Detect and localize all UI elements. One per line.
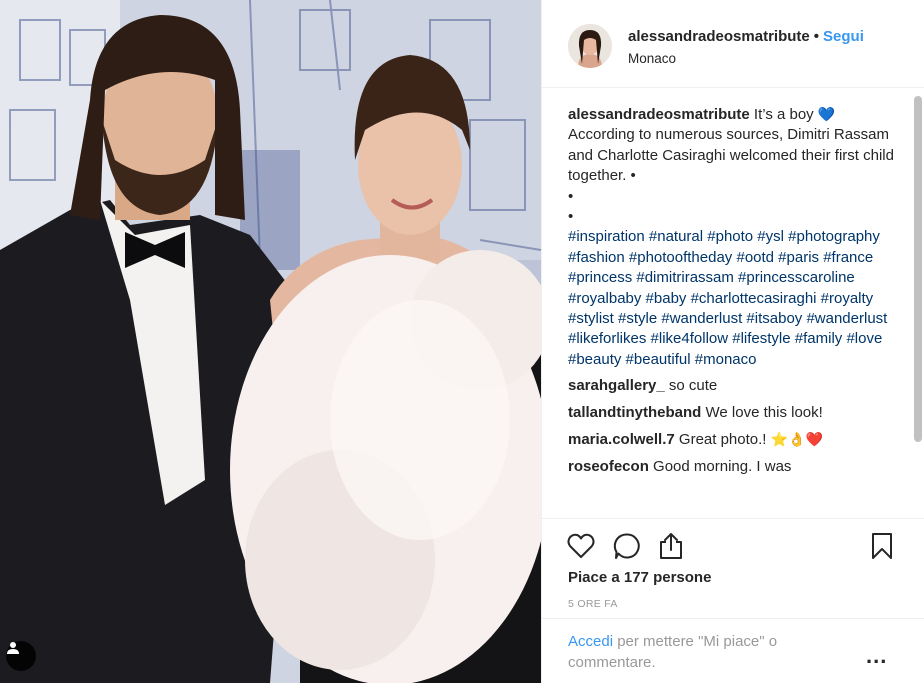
comment-username-link[interactable]: sarahgallery_ xyxy=(568,377,665,394)
caption-username-link[interactable]: alessandradeosmatribute xyxy=(568,106,750,123)
caption-body: According to numerous sources, Dimitri R… xyxy=(568,126,894,185)
comment-username-link[interactable]: tallandtinytheband xyxy=(568,404,701,421)
likes-count[interactable]: Piace a 177 persone xyxy=(568,569,711,586)
share-icon[interactable] xyxy=(656,531,686,561)
avatar[interactable] xyxy=(568,24,612,68)
follow-button[interactable]: Segui xyxy=(823,28,864,45)
comment-item: maria.colwell.7 Great photo.! ⭐👌❤️ xyxy=(568,429,904,450)
comment-emoji: ⭐👌❤️ xyxy=(770,431,823,448)
bookmark-icon[interactable] xyxy=(867,531,897,561)
login-bar: Accedi per mettere "Mi piace" o commenta… xyxy=(542,618,924,683)
comment-username-link[interactable]: maria.colwell.7 xyxy=(568,431,675,448)
caption-bullet: • xyxy=(568,187,574,205)
login-link[interactable]: Accedi xyxy=(568,633,613,650)
comments-list[interactable]: alessandradeosmatribute It’s a boy 💙 Acc… xyxy=(568,104,904,516)
header-username-link[interactable]: alessandradeosmatribute xyxy=(628,28,810,45)
comment-item: sarahgallery_ so cute xyxy=(568,376,904,396)
comment-text: We love this look! xyxy=(705,403,823,421)
heart-icon[interactable] xyxy=(566,531,596,561)
comment-icon[interactable] xyxy=(612,531,642,561)
blue-heart-emoji: 💙 xyxy=(817,106,836,122)
tagged-user-icon[interactable] xyxy=(6,641,36,671)
more-options-icon[interactable]: ... xyxy=(866,643,887,669)
post-sidebar: alessandradeosmatribute • Segui Monaco ale… xyxy=(541,0,924,683)
comment-item: tallandtinytheband We love this look! xyxy=(568,403,904,423)
comment-text: so cute xyxy=(668,377,718,395)
header-separator: • xyxy=(813,28,820,45)
post-timestamp[interactable]: 5 ORE FA xyxy=(568,598,618,610)
caption: alessandradeosmatribute It’s a boy 💙 Acc… xyxy=(568,104,904,370)
post-actions: Piace a 177 persone 5 ORE FA xyxy=(542,518,924,628)
post-header: alessandradeosmatribute • Segui Monaco xyxy=(542,0,924,88)
location-link[interactable]: Monaco xyxy=(628,51,676,66)
login-prompt: Accedi per mettere "Mi piace" o commenta… xyxy=(568,631,848,673)
comment-text: Good morning. I was xyxy=(653,457,792,475)
caption-bullet: • xyxy=(568,208,574,226)
comment-item: roseofecon Good morning. I was xyxy=(568,457,904,477)
caption-text: It’s a boy xyxy=(753,106,814,123)
hashtags[interactable]: #inspiration #natural #photo #ysl #photo… xyxy=(568,227,904,370)
comment-text: Great photo.! xyxy=(678,431,767,449)
comment-username-link[interactable]: roseofecon xyxy=(568,458,649,475)
photo-illustration xyxy=(0,0,541,683)
comments-scrollbar[interactable] xyxy=(914,96,922,442)
post-photo[interactable] xyxy=(0,0,541,683)
